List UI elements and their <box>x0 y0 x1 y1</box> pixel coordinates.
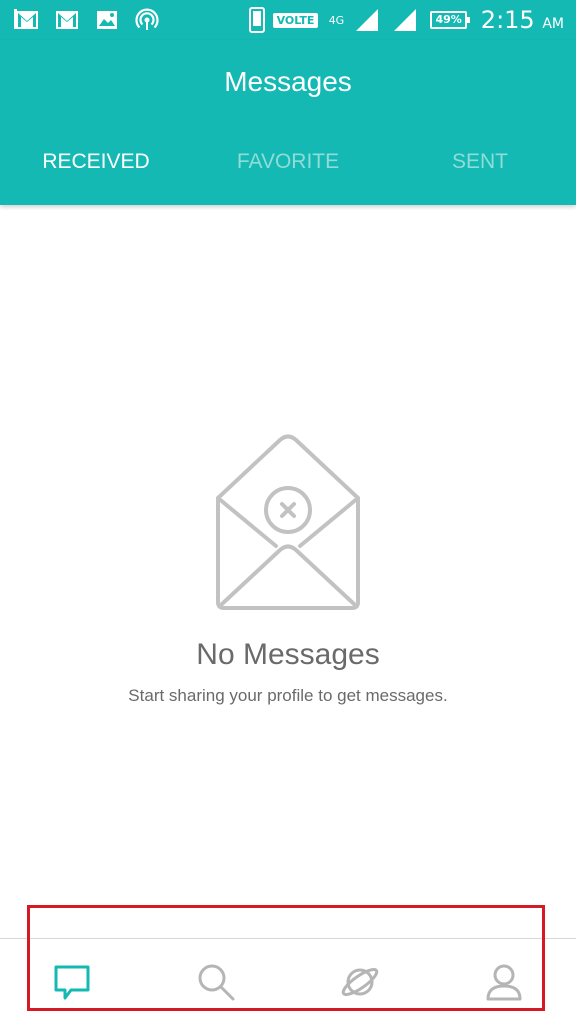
planet-icon <box>341 967 379 996</box>
clock-time: 2:15 <box>480 6 535 34</box>
message-tabs: RECEIVED FAVORITE SENT <box>0 150 576 174</box>
empty-state: No Messages Start sharing your profile t… <box>0 430 576 706</box>
signal-sim1-icon <box>356 9 379 31</box>
bottom-navigation <box>0 938 576 1024</box>
nav-messages[interactable] <box>0 939 144 1024</box>
signal-sim2-icon <box>394 9 417 31</box>
app-header: Messages RECEIVED FAVORITE SENT <box>0 40 576 205</box>
empty-title: No Messages <box>196 638 380 671</box>
system-status: VOLTE 4G 49% 2:15 AM <box>248 5 564 35</box>
clock: 2:15 AM <box>481 6 564 34</box>
tab-sent[interactable]: SENT <box>384 150 576 174</box>
gmail-icon <box>56 11 78 29</box>
battery-indicator: 49% <box>430 11 471 29</box>
clock-ampm: AM <box>542 16 564 32</box>
status-bar: VOLTE 4G 49% 2:15 AM <box>0 0 576 40</box>
tab-received[interactable]: RECEIVED <box>0 150 192 174</box>
image-icon <box>97 11 117 29</box>
tab-favorite[interactable]: FAVORITE <box>192 150 384 174</box>
envelope-x-icon <box>216 434 360 610</box>
nav-search[interactable] <box>144 939 288 1024</box>
chat-bubble-icon <box>54 965 90 999</box>
gmail-icon <box>14 9 38 29</box>
nav-explore[interactable] <box>288 939 432 1024</box>
messages-screen: VOLTE 4G 49% 2:15 AM Messages RECEIVED F… <box>0 0 576 1024</box>
search-icon <box>198 964 235 1000</box>
notification-icons <box>14 6 160 34</box>
volte-badge: VOLTE <box>272 12 319 28</box>
profile-icon <box>486 964 522 1000</box>
nav-profile[interactable] <box>432 939 576 1024</box>
empty-subtitle: Start sharing your profile to get messag… <box>128 686 448 705</box>
phone-icon <box>248 7 265 33</box>
network-type: 4G <box>328 13 345 27</box>
page-title: Messages <box>224 66 352 97</box>
hotspot-icon <box>135 8 159 30</box>
